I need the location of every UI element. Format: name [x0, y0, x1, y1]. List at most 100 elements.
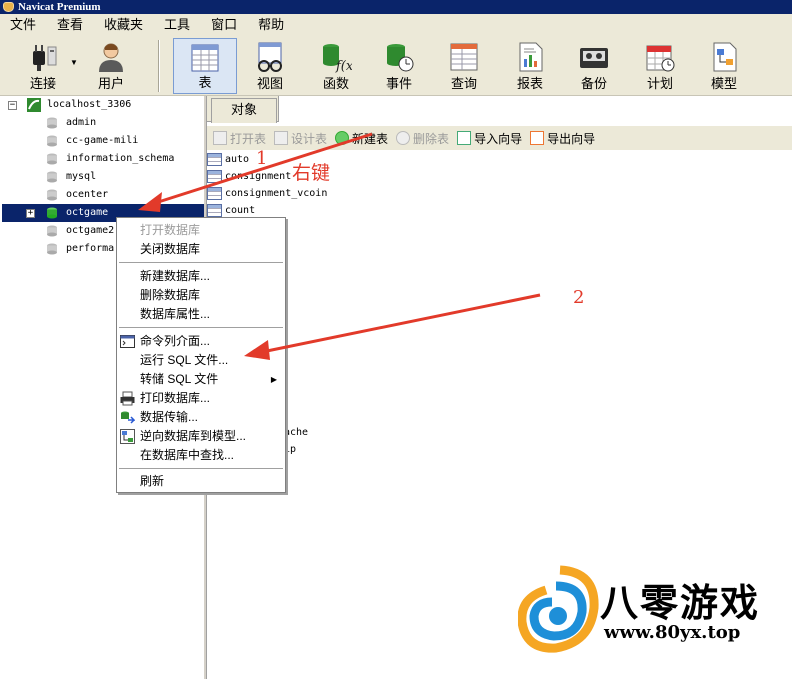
toolbar-connection-button[interactable]: 连接	[18, 38, 68, 94]
menu-separator	[119, 468, 283, 470]
menu-view[interactable]: 查看	[47, 14, 94, 36]
menu-open-database[interactable]: 打开数据库	[117, 221, 285, 240]
new-table-button[interactable]: 新建表	[335, 130, 388, 147]
delete-table-icon	[396, 131, 411, 145]
database-context-menu: 打开数据库 关闭数据库 新建数据库... 删除数据库 数据库属性... 命令列介…	[116, 217, 286, 493]
toolbar-backup-button[interactable]: 备份	[568, 38, 620, 94]
database-icon	[47, 153, 57, 165]
menu-run-sql-file[interactable]: 运行 SQL 文件...	[117, 351, 285, 370]
query-icon	[450, 43, 478, 71]
toolbar-table-button[interactable]: 表	[173, 38, 237, 94]
import-icon	[457, 131, 472, 145]
function-icon: f(x)	[323, 44, 352, 73]
menu-dump-sql-file[interactable]: 转储 SQL 文件 ▶	[117, 370, 285, 389]
toolbar-connection-label: 连接	[29, 76, 56, 91]
annotation-step-2: 2	[573, 287, 585, 308]
data-transfer-icon	[121, 411, 135, 424]
toolbar-model-button[interactable]: 模型	[698, 38, 750, 94]
menu-reverse-to-model[interactable]: 逆向数据库到模型...	[117, 427, 285, 446]
menu-refresh[interactable]: 刷新	[117, 472, 285, 491]
menu-help[interactable]: 帮助	[248, 14, 295, 36]
watermark-title: 八零游戏	[600, 581, 761, 625]
delete-table-label: 删除表	[413, 131, 450, 146]
menu-separator	[119, 262, 283, 264]
report-icon	[519, 42, 543, 72]
database-open-icon	[47, 207, 57, 219]
mysql-connection-icon	[27, 98, 41, 112]
chevron-down-icon[interactable]: ▼	[70, 58, 78, 67]
menu-window[interactable]: 窗口	[201, 14, 248, 36]
object-toolbar: 打开表 设计表 新建表 删除表 导入向导 导出向导	[207, 126, 792, 150]
export-wizard-button[interactable]: 导出向导	[530, 130, 595, 147]
app-icon	[3, 2, 14, 12]
toolbar-query-button[interactable]: 查询	[438, 38, 490, 94]
menu-console[interactable]: 命令列介面...	[117, 332, 285, 351]
menu-favorites[interactable]: 收藏夹	[94, 14, 154, 36]
menu-data-transfer[interactable]: 数据传输...	[117, 408, 285, 427]
menu-print-database[interactable]: 打印数据库...	[117, 389, 285, 408]
toolbar-report-button[interactable]: 报表	[504, 38, 556, 94]
table-icon	[207, 170, 222, 183]
tree-database-label: admin	[66, 117, 97, 128]
tab-objects[interactable]: 对象	[211, 98, 277, 123]
printer-icon	[120, 391, 135, 406]
menu-file[interactable]: 文件	[0, 14, 47, 36]
table-list-item-partial[interactable]: ache	[284, 424, 308, 441]
tree-database-label: octgame2	[66, 225, 115, 236]
open-table-button[interactable]: 打开表	[213, 130, 266, 147]
tree-database-label: cc-game-mili	[66, 135, 139, 146]
menu-new-database[interactable]: 新建数据库...	[117, 267, 285, 286]
menu-dump-sql-label: 转储 SQL 文件	[140, 372, 219, 386]
database-icon	[47, 117, 57, 129]
menu-find-in-database[interactable]: 在数据库中查找...	[117, 446, 285, 465]
toolbar-user-label: 用户	[97, 76, 124, 91]
table-icon	[207, 187, 222, 200]
import-wizard-button[interactable]: 导入向导	[457, 130, 522, 147]
design-table-button[interactable]: 设计表	[274, 130, 327, 147]
toolbar-separator	[158, 40, 160, 92]
table-name: ache	[284, 427, 309, 438]
tree-database-label: information_schema	[66, 153, 175, 164]
design-table-label: 设计表	[291, 131, 328, 146]
open-table-label: 打开表	[230, 131, 267, 146]
view-glasses-icon	[258, 42, 282, 72]
menu-console-label: 命令列介面...	[140, 334, 211, 348]
toolbar-model-label: 模型	[710, 76, 737, 91]
menu-separator	[119, 327, 283, 329]
toolbar-user-button[interactable]: 用户	[86, 38, 136, 94]
toolbar-event-label: 事件	[385, 76, 412, 91]
database-icon	[47, 243, 57, 255]
database-icon	[47, 189, 57, 201]
expand-icon[interactable]: +	[26, 209, 35, 218]
user-icon	[99, 43, 123, 72]
menu-reverse-model-label: 逆向数据库到模型...	[140, 429, 247, 443]
menu-close-database[interactable]: 关闭数据库	[117, 240, 285, 259]
title-bar: Navicat Premium	[0, 0, 792, 14]
toolbar-schedule-label: 计划	[646, 76, 673, 91]
watermark-swirl-icon	[518, 565, 599, 653]
menu-tools[interactable]: 工具	[154, 14, 201, 36]
toolbar-query-label: 查询	[450, 76, 477, 91]
console-icon	[120, 335, 135, 348]
menu-delete-database[interactable]: 删除数据库	[117, 286, 285, 305]
delete-table-button[interactable]: 删除表	[396, 130, 449, 147]
toolbar-function-button[interactable]: f(x) 函数	[310, 38, 362, 94]
toolbar-function-label: 函数	[322, 76, 349, 91]
collapse-icon[interactable]: −	[8, 101, 17, 110]
menu-database-properties[interactable]: 数据库属性...	[117, 305, 285, 324]
toolbar-event-button[interactable]: 事件	[373, 38, 425, 94]
watermark-url: www.80yx.top	[604, 622, 741, 643]
import-wizard-label: 导入向导	[474, 131, 523, 146]
annotation-right-click: 右键	[292, 162, 331, 184]
toolbar-table-label: 表	[198, 75, 212, 90]
toolbar-view-label: 视图	[256, 76, 283, 91]
connection-plug-icon	[33, 45, 57, 71]
table-name: consignment_vcoin	[225, 188, 328, 199]
window-title: Navicat Premium	[18, 1, 101, 13]
database-icon	[47, 171, 57, 183]
event-clock-icon	[387, 44, 414, 72]
toolbar-view-button[interactable]: 视图	[244, 38, 296, 94]
toolbar-backup-label: 备份	[580, 76, 607, 91]
table-name: auto	[225, 154, 250, 165]
toolbar-schedule-button[interactable]: 计划	[634, 38, 686, 94]
